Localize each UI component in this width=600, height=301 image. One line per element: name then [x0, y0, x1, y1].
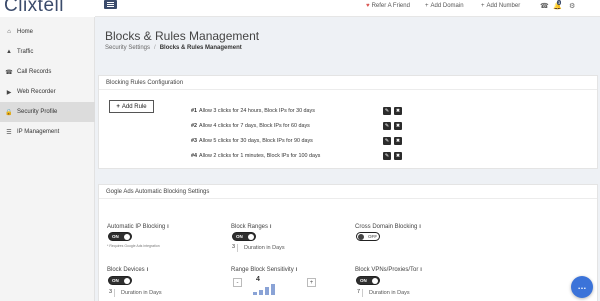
auto-ip-blocking-label: Automatic IP Blocking i: [107, 224, 169, 230]
add-domain-link[interactable]: + Add Domain: [425, 3, 464, 9]
delete-rule-button[interactable]: ✖: [394, 137, 402, 145]
cross-domain-toggle[interactable]: OFF: [356, 232, 380, 241]
sidebar-item-label: Home: [17, 29, 34, 35]
edit-rule-button[interactable]: ✎: [383, 152, 391, 160]
plus-icon: +: [481, 3, 485, 9]
info-icon[interactable]: i: [270, 224, 271, 230]
cross-domain-label: Cross Domain Blocking i: [355, 224, 421, 230]
list-icon: ☰: [6, 129, 12, 136]
delete-rule-button[interactable]: ✖: [394, 107, 402, 115]
rule-row: #2 Allow 4 clicks for 7 days, Block IPs f…: [191, 123, 310, 129]
block-devices-duration-input[interactable]: 3: [107, 289, 115, 297]
page-title: Blocks & Rules Management: [105, 29, 260, 43]
sidebar-item-home[interactable]: ⌂ Home: [0, 22, 95, 42]
block-vpn-label: Block VPNs/Proxies/Tor i: [355, 267, 422, 273]
settings-button[interactable]: ⚙: [569, 2, 575, 10]
play-icon: ▶: [6, 89, 12, 96]
logo[interactable]: Clixtell: [0, 0, 95, 17]
info-icon[interactable]: i: [167, 224, 168, 230]
info-icon[interactable]: i: [419, 224, 420, 230]
breadcrumb: Security Settings / Blocks & Rules Managem…: [105, 45, 242, 51]
sidebar-item-ip-management[interactable]: ☰ IP Management: [0, 122, 95, 142]
sidebar: Clixtell ⌂ Home ▲ Traffic ☎ Call Records…: [0, 0, 95, 301]
block-devices-label: Block Devices i: [107, 267, 149, 273]
block-ranges-duration-input[interactable]: 3: [230, 244, 238, 252]
add-number-link[interactable]: + Add Number: [481, 3, 520, 9]
integration-note: * Requires Google Ads integration: [107, 244, 160, 248]
sidebar-item-web-recorder[interactable]: ▶ Web Recorder: [0, 82, 95, 102]
duration-label: Duration in Days: [369, 290, 410, 296]
block-vpn-duration-input[interactable]: 7: [355, 289, 363, 297]
gear-icon: ⚙: [569, 3, 576, 10]
heart-icon: ♥: [366, 3, 370, 9]
plus-icon: +: [425, 3, 429, 9]
phone-icon: ☎: [5, 69, 13, 76]
duration-label: Duration in Days: [121, 290, 162, 296]
auto-ip-blocking-toggle[interactable]: ON: [108, 232, 132, 241]
menu-toggle-button[interactable]: [104, 0, 117, 9]
breadcrumb-current: Blocks & Rules Management: [159, 45, 242, 51]
sensitivity-bar-2: [259, 290, 263, 295]
edit-rule-button[interactable]: ✎: [383, 137, 391, 145]
notifications-button[interactable]: 🔔 3: [553, 0, 562, 10]
blocking-rules-panel: Blocking Rules Configuration + Add Rule #…: [98, 75, 598, 169]
sensitivity-bar-1: [253, 292, 257, 295]
chat-button[interactable]: …: [571, 276, 593, 298]
sensitivity-increase-button[interactable]: +: [307, 278, 316, 287]
sensitivity-value: 4: [256, 276, 260, 283]
refer-friend-link[interactable]: ♥ Refer A Friend: [366, 3, 410, 9]
sidebar-item-label: Traffic: [17, 49, 34, 55]
sidebar-item-call-records[interactable]: ☎ Call Records: [0, 62, 95, 82]
sidebar-item-traffic[interactable]: ▲ Traffic: [0, 42, 95, 62]
edit-rule-button[interactable]: ✎: [383, 122, 391, 130]
duration-label: Duration in Days: [244, 245, 285, 251]
delete-rule-button[interactable]: ✖: [394, 122, 402, 130]
range-sensitivity-label: Range Block Sensitivity i: [231, 267, 298, 273]
home-icon: ⌂: [7, 29, 11, 35]
sidebar-item-security-profile[interactable]: 🔒 Security Profile: [0, 102, 95, 122]
topbar: ♥ Refer A Friend + Add Domain + Add Number …: [95, 0, 600, 17]
block-ranges-toggle[interactable]: ON: [232, 232, 256, 241]
delete-rule-button[interactable]: ✖: [394, 152, 402, 160]
traffic-icon: ▲: [6, 49, 12, 55]
edit-rule-button[interactable]: ✎: [383, 107, 391, 115]
phone-icon[interactable]: ☎: [540, 2, 549, 10]
info-icon[interactable]: i: [296, 267, 297, 273]
sidebar-item-label: IP Management: [17, 129, 60, 135]
lock-icon: 🔒: [5, 109, 13, 116]
sensitivity-bar-3: [265, 287, 269, 295]
sidebar-item-label: Web Recorder: [17, 89, 56, 95]
info-icon[interactable]: i: [147, 267, 148, 273]
block-ranges-label: Block Ranges i: [231, 224, 272, 230]
panel-header: Blocking Rules Configuration: [99, 76, 597, 90]
add-rule-button[interactable]: + Add Rule: [109, 100, 154, 113]
google-ads-panel: Gogle Ads Automatic Blocking Settings Au…: [98, 184, 598, 301]
block-vpn-toggle[interactable]: ON: [356, 276, 380, 285]
rule-row: #1 Allow 3 clicks for 24 hours, Block IPs…: [191, 108, 315, 114]
sensitivity-decrease-button[interactable]: -: [233, 278, 242, 287]
info-icon[interactable]: i: [420, 267, 421, 273]
panel-header: Gogle Ads Automatic Blocking Settings: [99, 185, 597, 199]
block-devices-toggle[interactable]: ON: [108, 276, 132, 285]
plus-icon: +: [116, 103, 120, 110]
sensitivity-bar-4: [271, 284, 275, 295]
rule-row: #4 Allow 2 clicks for 1 minutes, Block IP…: [191, 153, 321, 159]
sidebar-item-label: Call Records: [17, 69, 52, 75]
chat-icon: …: [577, 280, 587, 291]
breadcrumb-security-settings[interactable]: Security Settings: [105, 45, 150, 51]
sidebar-item-label: Security Profile: [17, 109, 58, 115]
rule-row: #3 Allow 5 clicks for 30 days, Block IPs …: [191, 138, 313, 144]
